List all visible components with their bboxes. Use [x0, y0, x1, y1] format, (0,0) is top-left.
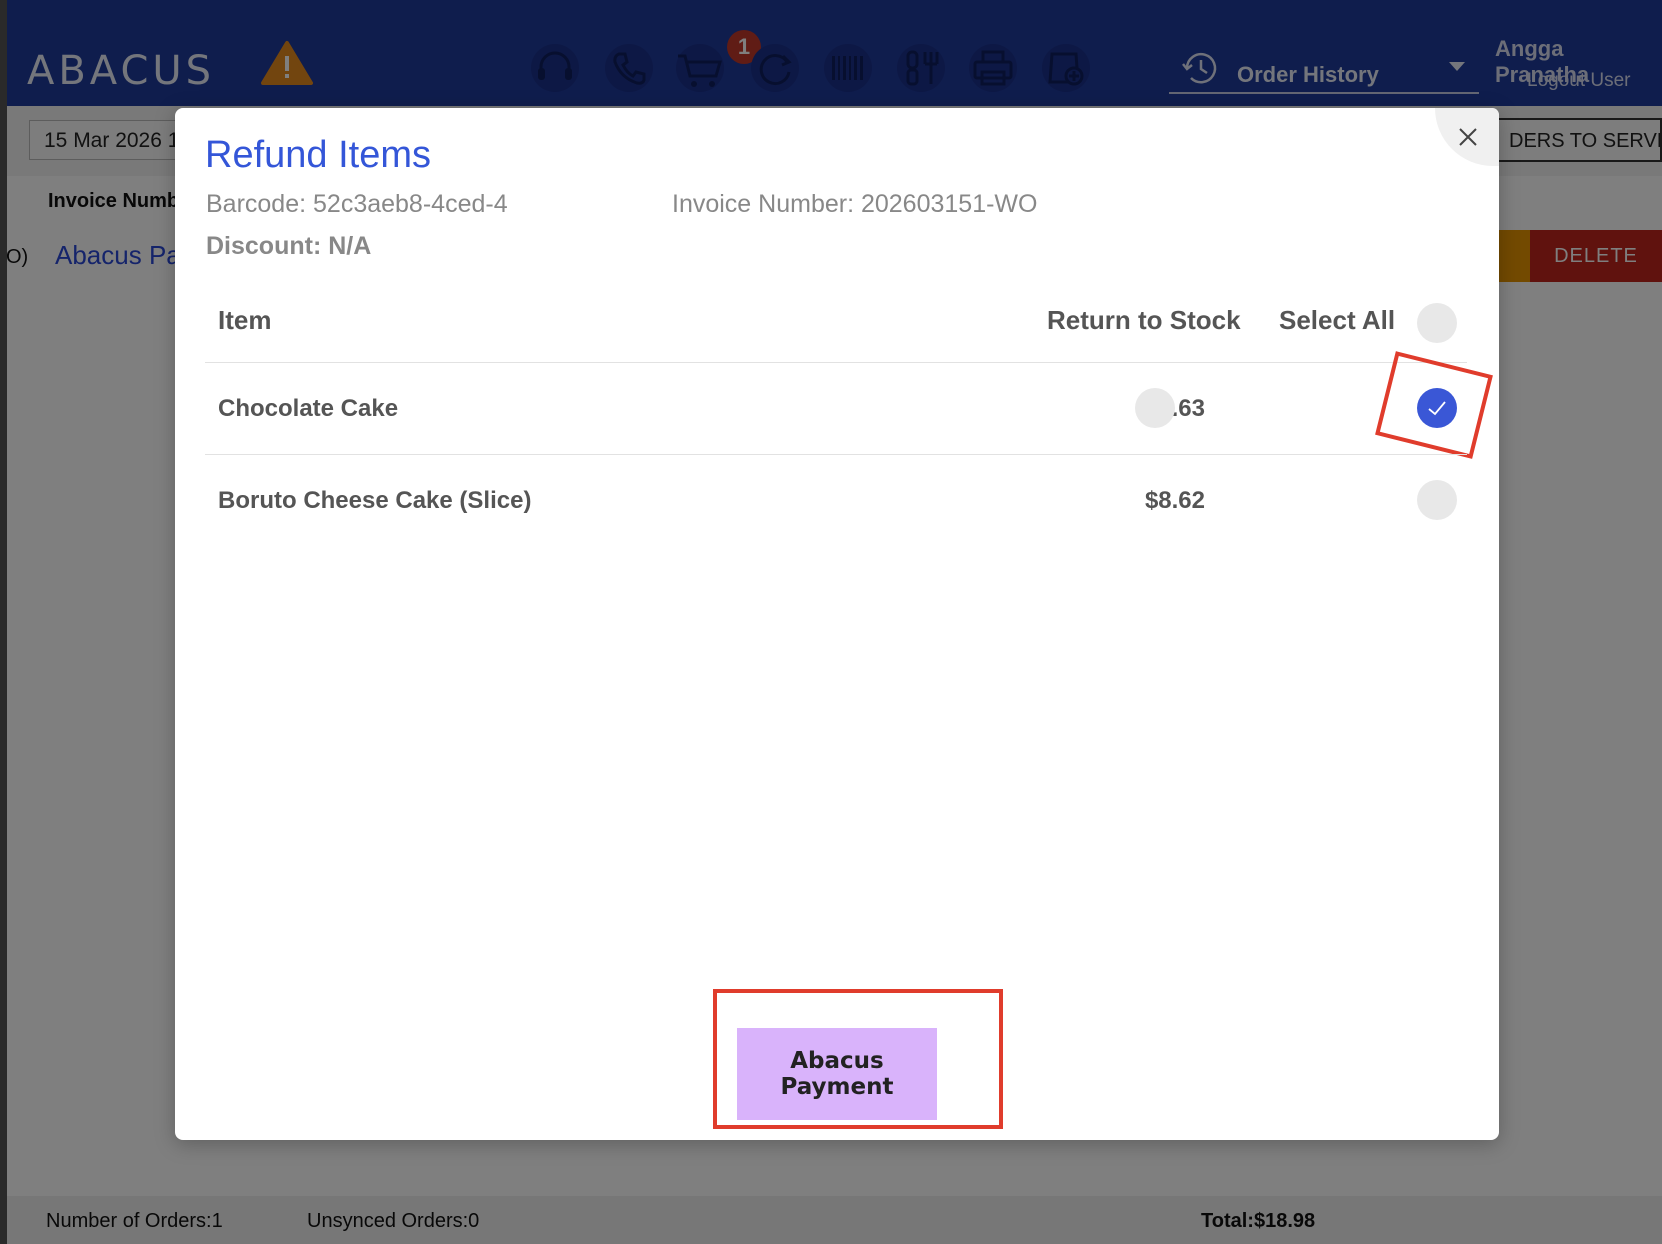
- highlight-annotation-box: [1375, 351, 1493, 459]
- item-select-checkbox[interactable]: [1417, 480, 1457, 520]
- return-to-stock-checkbox[interactable]: [1135, 388, 1175, 428]
- discount-text: Discount: N/A: [206, 232, 372, 260]
- select-all-checkbox[interactable]: [1417, 303, 1457, 343]
- return-to-stock-header: Return to Stock: [1047, 305, 1241, 335]
- invoice-number-text: Invoice Number: 202603151-WO: [672, 190, 1038, 218]
- item-column-header: Item: [218, 305, 272, 335]
- window-edge: [0, 0, 7, 1244]
- item-name: Boruto Cheese Cake (Slice): [218, 487, 532, 514]
- abacus-payment-button[interactable]: Abacus Payment: [737, 1028, 937, 1120]
- row-divider: [205, 454, 1467, 455]
- dialog-title: Refund Items: [205, 134, 431, 176]
- refund-items-dialog: Refund Items Barcode: 52c3aeb8-4ced-4 In…: [175, 108, 1499, 1140]
- close-icon[interactable]: [1455, 124, 1481, 150]
- row-divider: [205, 362, 1467, 363]
- item-name: Chocolate Cake: [218, 395, 399, 422]
- select-all-label: Select All: [1279, 305, 1396, 335]
- barcode-text: Barcode: 52c3aeb8-4ced-4: [206, 190, 508, 218]
- item-price: $8.62: [1144, 487, 1205, 514]
